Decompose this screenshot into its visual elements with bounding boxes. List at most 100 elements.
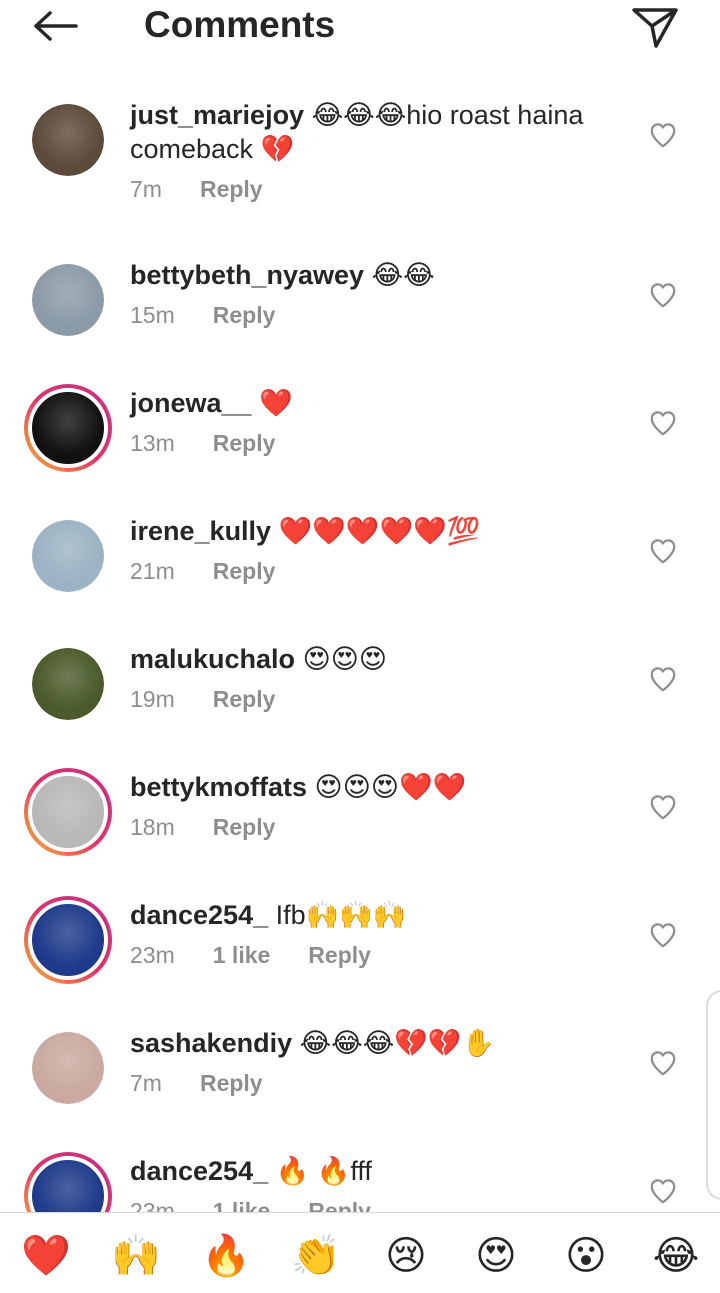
avatar[interactable] (24, 384, 112, 472)
comment-username[interactable]: bettykmoffats (130, 772, 307, 802)
comment-row: irene_kully ❤️❤️❤️❤️❤️💯 21m Reply (0, 500, 720, 628)
like-comment-button[interactable] (648, 1176, 678, 1206)
paper-plane-icon (632, 8, 678, 48)
heart-outline-icon (650, 123, 676, 148)
comment-text: just_mariejoy 😂😂😂hio roast haina comebac… (130, 98, 620, 166)
heart-outline-icon (650, 539, 676, 564)
comment-row: bettykmoffats 😍😍😍❤️❤️ 18m Reply (0, 756, 720, 884)
like-comment-button[interactable] (648, 664, 678, 694)
avatar[interactable] (24, 896, 112, 984)
reply-button[interactable]: Reply (213, 686, 276, 712)
back-arrow-icon (34, 11, 78, 41)
header-bar: Comments (0, 0, 720, 56)
comment-row: dance254_ 🔥 🔥fff 23m 1 like Reply (0, 1140, 720, 1212)
scroll-handle[interactable] (706, 990, 720, 1200)
comment-body: 😍😍😍❤️❤️ (314, 772, 467, 802)
comment-meta: 15m Reply (130, 300, 620, 330)
reaction-emoji[interactable]: 😮 (556, 1229, 616, 1283)
like-comment-button[interactable] (648, 1048, 678, 1078)
reply-button[interactable]: Reply (213, 558, 276, 584)
reply-button[interactable]: Reply (213, 430, 276, 456)
comment-meta: 23m 1 like Reply (130, 1196, 620, 1212)
heart-outline-icon (650, 795, 676, 820)
heart-outline-icon (650, 1051, 676, 1076)
avatar[interactable] (32, 520, 104, 592)
reaction-emoji[interactable]: 😂 (646, 1229, 706, 1283)
comment-list[interactable]: just_mariejoy 😂😂😂hio roast haina comebac… (0, 84, 720, 1212)
reply-button[interactable]: Reply (213, 302, 276, 328)
comment-meta: 21m Reply (130, 556, 620, 586)
comment-row: just_mariejoy 😂😂😂hio roast haina comebac… (0, 84, 720, 244)
quick-reaction-bar: ❤️ 🙌 🔥 👏 😢 😍 😮 😂 (0, 1212, 720, 1293)
comment-body: 😂😂 (371, 260, 435, 290)
back-button[interactable] (28, 6, 84, 46)
comment-text: bettykmoffats 😍😍😍❤️❤️ (130, 770, 620, 804)
comment-body: 😂😂😂💔💔✋ (299, 1028, 496, 1058)
comment-username[interactable]: sashakendiy (130, 1028, 292, 1058)
like-comment-button[interactable] (648, 120, 678, 150)
comment-username[interactable]: jonewa__ (130, 388, 252, 418)
comment-body: ❤️❤️❤️❤️❤️💯 (278, 516, 481, 546)
comment-text: irene_kully ❤️❤️❤️❤️❤️💯 (130, 514, 620, 548)
comment-text: jonewa__ ❤️ (130, 386, 620, 420)
avatar[interactable] (24, 768, 112, 856)
like-comment-button[interactable] (648, 536, 678, 566)
comment-text: bettybeth_nyawey 😂😂 (130, 258, 620, 292)
comment-body: Ifb🙌🙌🙌 (275, 900, 407, 930)
comment-time: 13m (130, 430, 175, 456)
share-button[interactable] (630, 4, 682, 50)
reaction-emoji[interactable]: 🔥 (196, 1229, 256, 1283)
comment-body: ❤️ (259, 388, 293, 418)
comment-text: malukuchalo 😍😍😍 (130, 642, 620, 676)
comment-like-count[interactable]: 1 like (213, 942, 271, 968)
comment-time: 23m (130, 942, 175, 968)
comment-time: 7m (130, 176, 162, 202)
comment-meta: 13m Reply (130, 428, 620, 458)
reply-button[interactable]: Reply (200, 1070, 263, 1096)
reply-button[interactable]: Reply (308, 1198, 371, 1212)
comment-meta: 23m 1 like Reply (130, 940, 620, 970)
reaction-emoji[interactable]: ❤️ (16, 1229, 76, 1283)
comment-time: 19m (130, 686, 175, 712)
comment-meta: 19m Reply (130, 684, 620, 714)
comment-username[interactable]: malukuchalo (130, 644, 295, 674)
avatar[interactable] (32, 104, 104, 176)
reply-button[interactable]: Reply (200, 176, 263, 202)
page-title: Comments (144, 4, 336, 45)
comment-body: 🔥 🔥fff (275, 1156, 372, 1186)
comment-username[interactable]: dance254_ (130, 1156, 268, 1186)
comment-username[interactable]: irene_kully (130, 516, 271, 546)
comment-username[interactable]: dance254_ (130, 900, 268, 930)
comment-row: bettybeth_nyawey 😂😂 15m Reply (0, 244, 720, 372)
comment-text: sashakendiy 😂😂😂💔💔✋ (130, 1026, 620, 1060)
comment-row: dance254_ Ifb🙌🙌🙌 23m 1 like Reply (0, 884, 720, 1012)
comment-text: dance254_ Ifb🙌🙌🙌 (130, 898, 620, 932)
comment-username[interactable]: just_mariejoy (130, 100, 304, 130)
like-comment-button[interactable] (648, 920, 678, 950)
comment-row: jonewa__ ❤️ 13m Reply (0, 372, 720, 500)
comment-time: 23m (130, 1198, 175, 1212)
comment-like-count[interactable]: 1 like (213, 1198, 271, 1212)
reply-button[interactable]: Reply (308, 942, 371, 968)
comment-username[interactable]: bettybeth_nyawey (130, 260, 364, 290)
avatar[interactable] (32, 1032, 104, 1104)
heart-outline-icon (650, 1179, 676, 1204)
avatar[interactable] (32, 648, 104, 720)
heart-outline-icon (650, 283, 676, 308)
like-comment-button[interactable] (648, 408, 678, 438)
reaction-emoji[interactable]: 🙌 (106, 1229, 166, 1283)
avatar[interactable] (32, 264, 104, 336)
comment-time: 7m (130, 1070, 162, 1096)
like-comment-button[interactable] (648, 792, 678, 822)
comment-meta: 7m Reply (130, 174, 620, 204)
like-comment-button[interactable] (648, 280, 678, 310)
reaction-emoji[interactable]: 👏 (286, 1229, 346, 1283)
reaction-emoji[interactable]: 😢 (376, 1229, 436, 1283)
comment-text: dance254_ 🔥 🔥fff (130, 1154, 620, 1188)
heart-outline-icon (650, 411, 676, 436)
comment-time: 15m (130, 302, 175, 328)
reply-button[interactable]: Reply (213, 814, 276, 840)
comment-time: 21m (130, 558, 175, 584)
avatar[interactable] (24, 1152, 112, 1212)
reaction-emoji[interactable]: 😍 (466, 1229, 526, 1283)
